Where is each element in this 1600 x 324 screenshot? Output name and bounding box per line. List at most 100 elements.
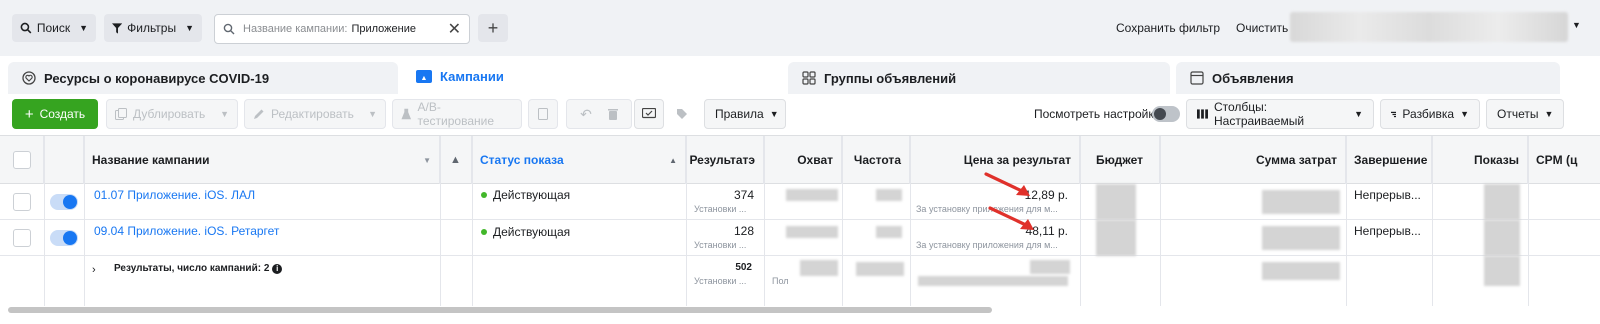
chevron-down-icon: ▼ <box>1460 109 1469 119</box>
header-reach[interactable]: Охват <box>764 136 842 184</box>
tab-label: Группы объявлений <box>824 70 957 86</box>
view-settings-toggle[interactable] <box>1152 106 1180 122</box>
header-delivery-status[interactable]: Статус показа ▲ <box>472 136 686 184</box>
tab-covid-resources[interactable]: Ресурсы о коронавирусе COVID-19 <box>8 62 398 94</box>
results-type: Установки ... <box>694 240 747 250</box>
reports-label: Отчеты <box>1497 107 1539 121</box>
header-cpm[interactable]: CPM (ц <box>1528 136 1600 184</box>
preview-button[interactable] <box>634 99 664 129</box>
row-checkbox[interactable] <box>13 229 31 247</box>
summary-cost-type-redacted <box>918 276 1068 286</box>
tab-ad-sets[interactable]: Группы объявлений <box>788 62 1170 94</box>
budget-redacted <box>1096 220 1136 256</box>
chevron-down-icon[interactable]: ▼ <box>1572 20 1581 30</box>
header-label: Название кампании <box>92 153 210 167</box>
add-filter-button[interactable]: + <box>478 14 508 42</box>
header-ends[interactable]: Завершение <box>1346 136 1432 184</box>
create-button[interactable]: + Создать <box>12 99 98 129</box>
columns-dropdown-button[interactable]: Столбцы: Настраиваемый ▼ <box>1186 99 1374 129</box>
summary-label-text: Результаты, число кампаний: 2 <box>114 263 270 274</box>
archive-button[interactable] <box>528 99 558 129</box>
summary-row: › Результаты, число кампаний: 2 i 502 Ус… <box>0 256 1600 304</box>
heart-circle-icon <box>22 71 36 85</box>
info-icon[interactable]: i <box>272 264 283 274</box>
reach-redacted <box>786 226 838 238</box>
header-campaign-name[interactable]: Название кампании ▼ <box>84 136 440 184</box>
chevron-down-icon: ▼ <box>1544 109 1554 119</box>
close-icon[interactable]: ✕ <box>448 19 461 39</box>
header-label: Завершение <box>1354 153 1428 167</box>
search-dropdown-label: Поиск <box>36 21 71 35</box>
frequency-redacted <box>876 189 902 201</box>
header-label: Частота <box>853 153 901 167</box>
plus-icon: + <box>24 105 34 123</box>
filters-dropdown-button[interactable]: Фильтры ▼ <box>104 14 202 42</box>
campaign-status-toggle[interactable] <box>50 230 78 246</box>
account-selector-redacted[interactable] <box>1290 12 1568 42</box>
filter-bar: Поиск ▼ Фильтры ▼ Название кампании: При… <box>0 0 1600 56</box>
reports-dropdown-button[interactable]: Отчеты ▼ <box>1486 99 1564 129</box>
edit-button[interactable]: Редактировать ▼ <box>244 99 386 129</box>
header-toggle-cell <box>44 136 84 184</box>
header-warnings[interactable]: ▲ <box>440 136 472 184</box>
chevron-down-icon: ▼ <box>185 23 194 33</box>
summary-impressions-redacted <box>1484 256 1520 286</box>
chevron-right-icon[interactable]: › <box>92 264 96 276</box>
campaign-name-link[interactable]: 01.07 Приложение. iOS. ЛАЛ <box>94 188 255 202</box>
status-label: Действующая <box>493 225 571 239</box>
breakdown-icon <box>1391 111 1397 117</box>
horizontal-scrollbar[interactable] <box>8 307 992 313</box>
header-frequency[interactable]: Частота <box>842 136 910 184</box>
row-checkbox[interactable] <box>13 193 31 211</box>
sort-icon[interactable]: ▼ <box>423 156 431 165</box>
header-label: Статус показа <box>480 153 564 167</box>
amount-spent-redacted <box>1262 190 1340 214</box>
tab-ads[interactable]: Объявления <box>1176 62 1560 94</box>
header-impressions[interactable]: Показы <box>1432 136 1528 184</box>
campaign-name-link[interactable]: 09.04 Приложение. iOS. Ретаргет <box>94 224 279 238</box>
chevron-down-icon[interactable]: ▼ <box>220 109 229 119</box>
header-label: Цена за результат <box>963 153 1071 167</box>
trash-icon[interactable] <box>607 108 618 120</box>
header-amount-spent[interactable]: Сумма затрат <box>1160 136 1346 184</box>
campaign-toolbar: + Создать Дублировать ▼ Редактировать ▼ … <box>0 94 1600 134</box>
header-label: CPM (ц <box>1536 153 1578 167</box>
tab-label: Кампании <box>440 68 504 84</box>
campaigns-table: Название кампании ▼ ▲ Статус показа ▲ Ре… <box>0 135 1600 306</box>
rules-label: Правила <box>715 107 764 121</box>
clear-link[interactable]: Очистить <box>1236 21 1288 35</box>
header-label: Охват <box>797 153 833 167</box>
table-row[interactable]: 09.04 Приложение. iOS. Ретаргет Действую… <box>0 220 1600 256</box>
ab-test-button[interactable]: A/B-тестирование <box>392 99 522 129</box>
search-input[interactable]: Название кампании: Приложение ✕ <box>214 14 470 44</box>
select-all-checkbox[interactable] <box>12 151 31 169</box>
campaign-status-toggle[interactable] <box>50 194 78 210</box>
delivery-status: Действующая <box>481 188 570 202</box>
breakdown-dropdown-button[interactable]: Разбивка ▼ <box>1380 99 1480 129</box>
chevron-down-icon: ▼ <box>79 23 88 33</box>
header-results[interactable]: Результатэ <box>686 136 764 184</box>
warning-icon: ▲ <box>450 154 461 166</box>
chevron-down-icon: ▼ <box>1354 109 1363 119</box>
search-dropdown-button[interactable]: Поиск ▼ <box>12 14 96 42</box>
summary-label: Результаты, число кампаний: 2 i <box>114 263 283 274</box>
chevron-down-icon[interactable]: ▼ <box>368 109 377 119</box>
header-budget[interactable]: Бюджет <box>1080 136 1160 184</box>
toggle-knob <box>63 195 77 209</box>
table-row[interactable]: 01.07 Приложение. iOS. ЛАЛ Действующая 3… <box>0 184 1600 220</box>
tab-campaigns[interactable]: ▲ Кампании <box>402 58 782 94</box>
columns-icon <box>1197 109 1208 119</box>
undo-icon[interactable]: ↶ <box>580 106 592 123</box>
header-select-all-cell <box>0 136 44 184</box>
summary-frequency-redacted <box>856 262 904 276</box>
header-label: Сумма затрат <box>1255 153 1337 167</box>
sort-ascending-icon[interactable]: ▲ <box>669 156 677 165</box>
tag-button[interactable] <box>666 99 698 129</box>
search-icon <box>223 23 235 35</box>
flask-icon <box>401 108 412 120</box>
rules-dropdown-button[interactable]: Правила ▼ <box>704 99 786 129</box>
tag-icon <box>677 109 687 119</box>
duplicate-button[interactable]: Дублировать ▼ <box>106 99 238 129</box>
filter-icon <box>112 22 123 34</box>
save-filter-link[interactable]: Сохранить фильтр <box>1116 21 1220 35</box>
